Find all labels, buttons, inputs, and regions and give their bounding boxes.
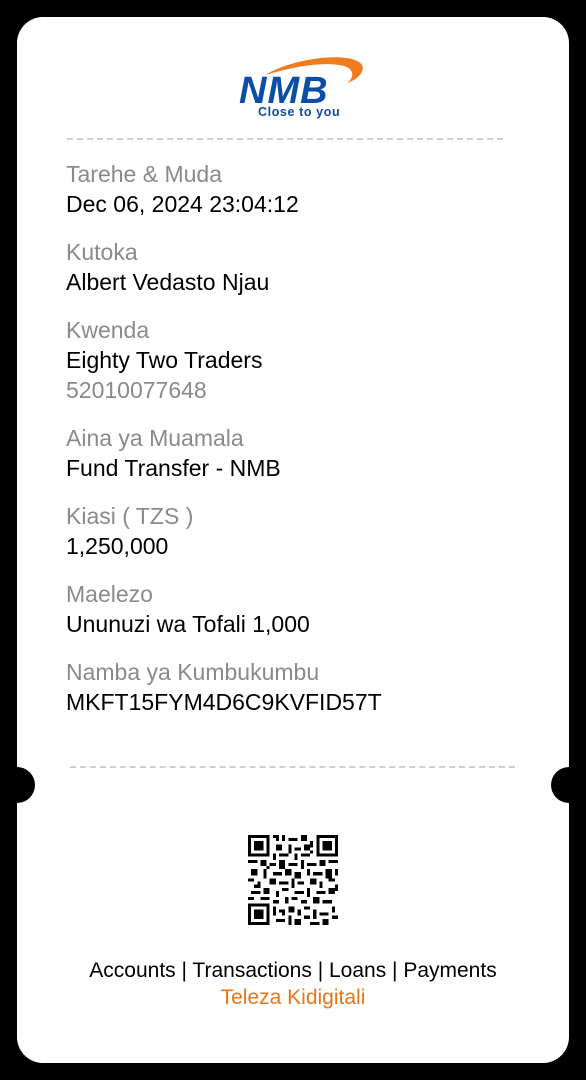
field-amount: Kiasi ( TZS ) 1,250,000 [66,501,546,561]
field-value: 1,250,000 [66,533,169,559]
field-transaction-type: Aina ya Muamala Fund Transfer - NMB [66,423,546,483]
field-label: Maelezo [66,581,153,607]
divider-top [67,138,503,140]
logo-tagline: Close to you [258,105,340,119]
divider-bottom [70,766,515,768]
footer-tagline: Teleza Kidigitali [220,986,366,1009]
field-value: Dec 06, 2024 23:04:12 [66,191,299,217]
field-label: Aina ya Muamala [66,425,244,451]
field-from: Kutoka Albert Vedasto Njau [66,237,546,297]
field-date-time: Tarehe & Muda Dec 06, 2024 23:04:12 [66,159,546,219]
field-value: Eighty Two Traders [66,347,263,373]
field-value: MKFT15FYM4D6C9KVFID57T [66,689,382,715]
footer-nav-text: Accounts | Transactions | Loans | Paymen… [89,959,497,982]
account-number: 52010077648 [66,377,207,403]
field-description: Maelezo Ununuzi wa Tofali 1,000 [66,579,546,639]
field-to: Kwenda Eighty Two Traders 52010077648 [66,315,546,405]
field-label: Kiasi ( TZS ) [66,503,194,529]
field-label: Kutoka [66,239,138,265]
field-value: Fund Transfer - NMB [66,455,281,481]
receipt-fields: Tarehe & Muda Dec 06, 2024 23:04:12 Kuto… [66,159,546,717]
ticket-notch-right [551,767,569,803]
ticket-notch-left [17,767,35,803]
field-value: Ununuzi wa Tofali 1,000 [66,611,310,637]
nmb-logo: NMB Close to you [235,53,371,121]
screen: NMB Close to you Tarehe & Muda Dec 06, 2… [0,0,586,1080]
field-label: Namba ya Kumbukumbu [66,659,320,685]
transaction-receipt: NMB Close to you Tarehe & Muda Dec 06, 2… [17,17,569,1063]
field-value: Albert Vedasto Njau [66,269,270,295]
field-label: Tarehe & Muda [66,161,222,187]
field-reference-number: Namba ya Kumbukumbu MKFT15FYM4D6C9KVFID5… [66,657,546,717]
field-label: Kwenda [66,317,150,343]
qr-code-icon [248,835,338,925]
